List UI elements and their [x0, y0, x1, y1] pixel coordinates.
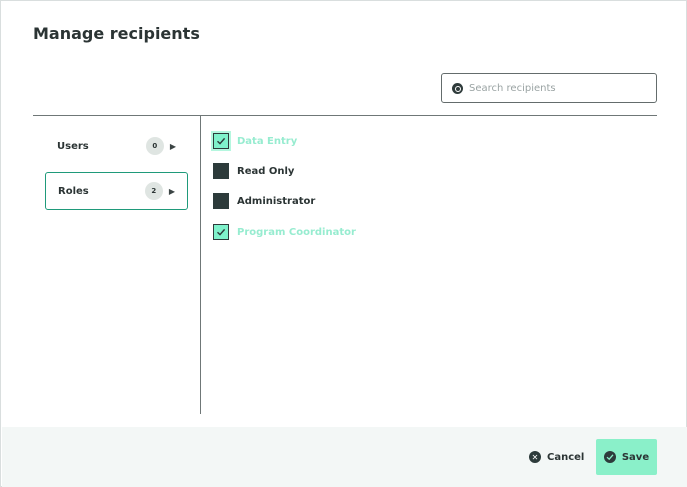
- data-entry-checkbox[interactable]: [213, 133, 229, 149]
- role-item-data-entry[interactable]: Data Entry: [213, 133, 297, 149]
- role-item-read-only[interactable]: Read Only: [213, 163, 294, 179]
- administrator-checkbox[interactable]: [213, 193, 229, 209]
- dialog-title: Manage recipients: [33, 24, 200, 43]
- save-button[interactable]: Save: [596, 439, 657, 475]
- role-label: Program Coordinator: [237, 226, 356, 238]
- role-item-program-coordinator[interactable]: Program Coordinator: [213, 224, 356, 240]
- nav-item-label: Roles: [58, 185, 89, 197]
- role-item-administrator[interactable]: Administrator: [213, 193, 315, 209]
- users-count-badge: 0: [145, 137, 164, 155]
- horizontal-divider: [33, 115, 657, 116]
- triangle-right-icon: ▶: [169, 141, 176, 151]
- check-icon: [217, 137, 226, 145]
- nav-item-users[interactable]: Users 0 ▶: [45, 127, 188, 165]
- search-box[interactable]: [441, 73, 657, 103]
- close-circle-icon: ✕: [529, 451, 541, 463]
- nav-item-label: Users: [57, 140, 89, 152]
- cancel-label: Cancel: [547, 451, 585, 463]
- search-icon: [452, 82, 463, 94]
- read-only-checkbox[interactable]: [213, 163, 229, 179]
- role-label: Read Only: [237, 165, 295, 177]
- cancel-button[interactable]: ✕ Cancel: [529, 449, 584, 465]
- program-coordinator-checkbox[interactable]: [213, 224, 229, 240]
- nav-item-roles[interactable]: Roles 2 ▶: [45, 172, 188, 210]
- role-label: Data Entry: [237, 135, 298, 147]
- search-input[interactable]: [469, 82, 649, 94]
- vertical-divider: [200, 115, 201, 414]
- check-circle-icon: [603, 451, 616, 463]
- triangle-right-icon: ▶: [168, 186, 175, 196]
- role-label: Administrator: [237, 195, 316, 207]
- manage-recipients-dialog: Manage recipients Users 0 ▶ Roles 2 ▶ Da…: [0, 0, 687, 487]
- save-label: Save: [621, 451, 650, 463]
- check-icon: [217, 228, 226, 236]
- roles-count-badge: 2: [144, 182, 163, 200]
